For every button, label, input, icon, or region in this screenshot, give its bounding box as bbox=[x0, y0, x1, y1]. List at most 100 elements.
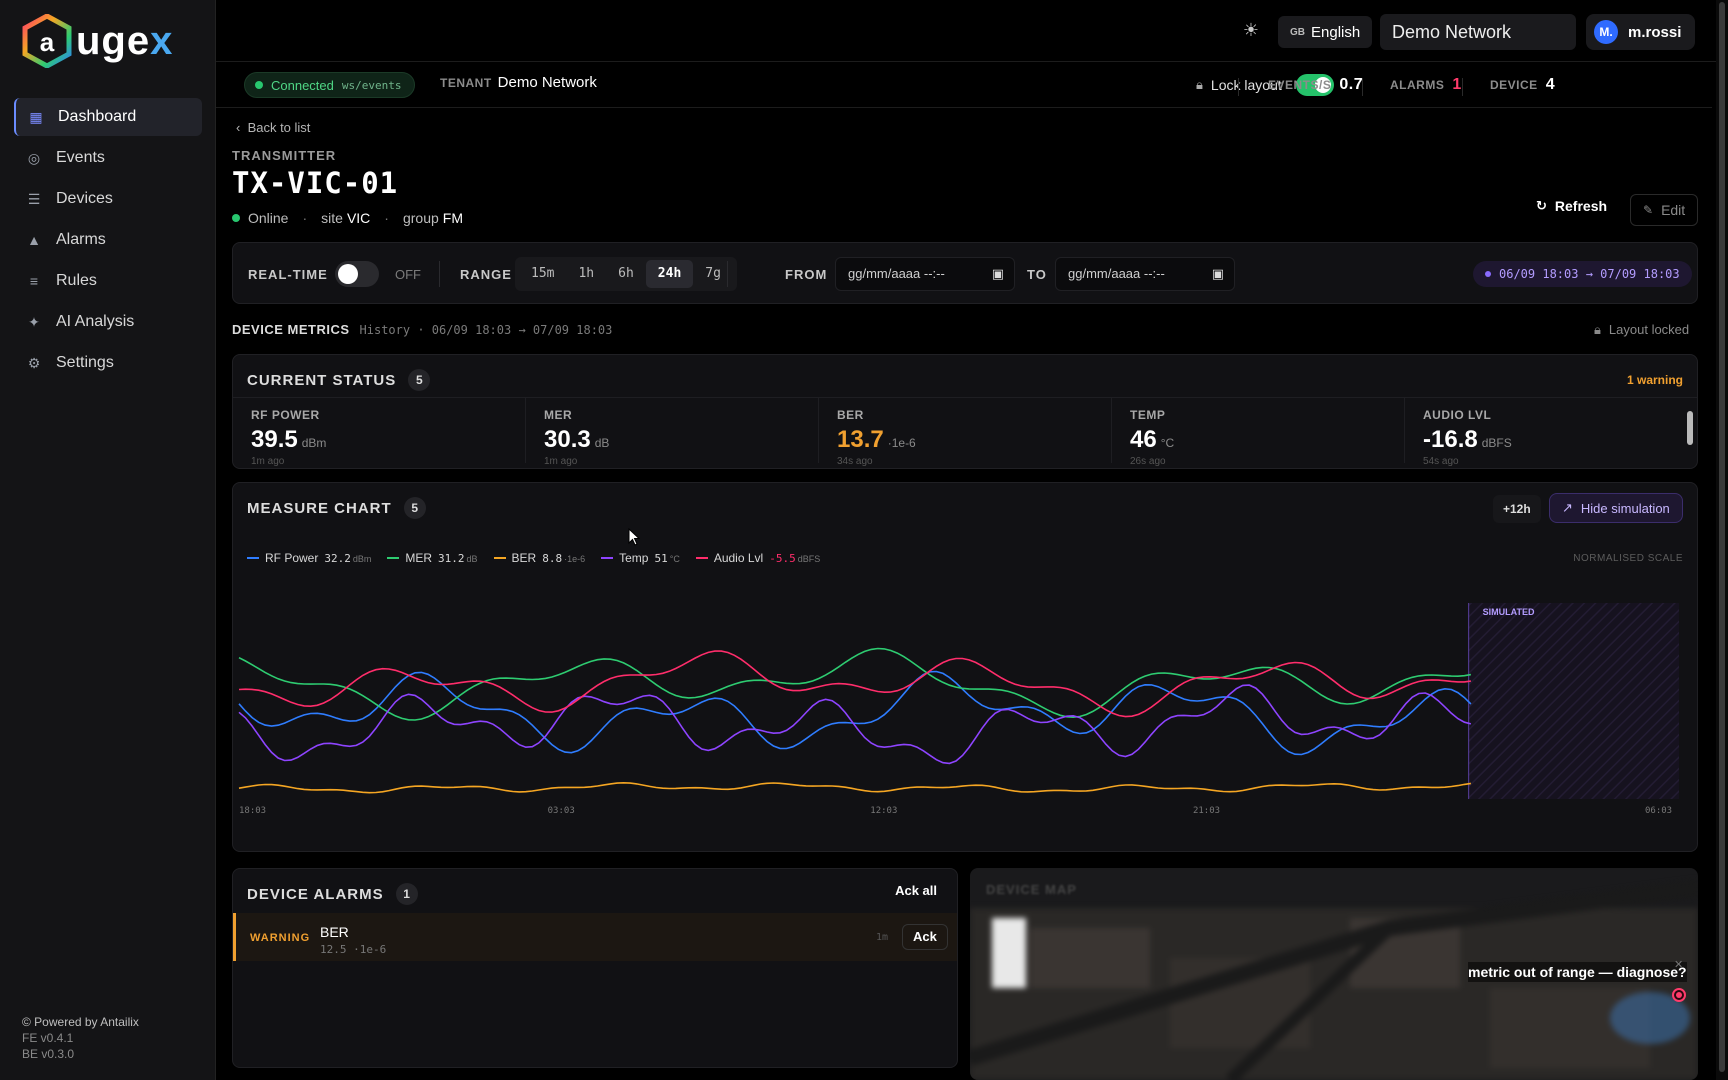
count-badge: 5 bbox=[408, 369, 431, 391]
device-metrics-title: DEVICE METRICS History · 06/09 18:03 → 07… bbox=[232, 322, 612, 337]
user-menu[interactable]: M. m.rossi bbox=[1586, 14, 1696, 50]
panel-title: CURRENT STATUS 5 bbox=[247, 369, 431, 391]
alarms-count[interactable]: ALARMS 1 bbox=[1390, 76, 1462, 94]
scrollbar-thumb[interactable] bbox=[1687, 411, 1693, 445]
sidebar-item-alarms[interactable]: ▲ Alarms bbox=[14, 221, 202, 259]
stat-value-row: -16.8 dBFS bbox=[1423, 426, 1679, 454]
powered-by: © Powered by Antailix bbox=[22, 1015, 139, 1029]
range-option-24h[interactable]: 24h bbox=[645, 260, 694, 288]
ack-all-button[interactable]: Ack all bbox=[895, 883, 937, 898]
stat-ber[interactable]: BER 13.7·1e-6 34s ago bbox=[819, 398, 1112, 467]
legend-unit: dB bbox=[466, 554, 478, 564]
status-grid: RF POWER 39.5 dBm 1m ago MER 30.3 dB 1m ago BE… bbox=[233, 397, 1697, 467]
legend-rf-power[interactable]: RF Power 32.2 dBm bbox=[247, 551, 371, 565]
stat-label: AUDIO LVL bbox=[1423, 408, 1492, 422]
range-option-1h[interactable]: 1h bbox=[566, 260, 606, 288]
legend-audio-lvl[interactable]: Audio Lvl -5.5 dBFS bbox=[695, 551, 821, 565]
sidebar-item-label: Settings bbox=[56, 354, 114, 371]
username: m.rossi bbox=[1628, 23, 1682, 41]
alarm-row[interactable]: WARNING BER 12.5 ·1e-6 1m Ack bbox=[233, 913, 957, 961]
from-date-input[interactable]: gg/mm/aaaa --:-- ▣ bbox=[835, 257, 1015, 291]
sidebar-item-rules[interactable]: ≡ Rules bbox=[14, 262, 202, 300]
to-placeholder: gg/mm/aaaa --:-- bbox=[1068, 266, 1165, 281]
site-value: VIC bbox=[346, 210, 371, 226]
plus-12h-button[interactable]: +12h bbox=[1493, 495, 1541, 523]
legend-unit: dBFS bbox=[797, 554, 821, 564]
legend-mer[interactable]: MER 31.2 dB bbox=[387, 551, 478, 565]
alarms-label: ALARMS bbox=[1390, 78, 1445, 92]
panel-title: MEASURE CHART 5 bbox=[247, 497, 426, 519]
stat-audio-lvl[interactable]: AUDIO LVL -16.8 dBFS 54s ago bbox=[1405, 398, 1697, 467]
stat-age: 26s ago bbox=[1130, 456, 1166, 467]
connection-endpoint: ws/events bbox=[341, 78, 402, 92]
network-selector[interactable]: Demo Network bbox=[1380, 14, 1576, 50]
hide-simulation-button[interactable]: ↗ Hide simulation bbox=[1549, 493, 1683, 523]
page-scrollbar[interactable] bbox=[1716, 0, 1728, 1080]
current-status-panel: CURRENT STATUS 5 1 warning RF POWER 39.5 dB… bbox=[232, 354, 1698, 469]
legend-temp[interactable]: Temp 51 °C bbox=[601, 551, 680, 565]
legend-swatch bbox=[601, 557, 614, 559]
stat-mer[interactable]: MER 30.3 dB 1m ago bbox=[526, 398, 819, 467]
dot-icon bbox=[1485, 271, 1491, 277]
avatar: M. bbox=[1594, 20, 1618, 44]
realtime-toggle[interactable] bbox=[335, 261, 379, 287]
edit-button[interactable]: ✎ Edit bbox=[1630, 194, 1699, 226]
stat-unit: dB bbox=[594, 436, 610, 450]
from-placeholder: gg/mm/aaaa --:-- bbox=[848, 266, 945, 281]
warning-count[interactable]: 1 warning bbox=[1627, 373, 1683, 387]
language-label: English bbox=[1311, 23, 1361, 41]
close-icon[interactable]: ✕ bbox=[1674, 958, 1683, 971]
sidebar-item-devices[interactable]: ☰ Devices bbox=[14, 180, 202, 218]
alert-marker-icon[interactable] bbox=[1672, 988, 1686, 1002]
alarm-metric: BER bbox=[320, 924, 349, 940]
series-line-ber bbox=[238, 781, 1472, 794]
divider bbox=[727, 261, 728, 287]
site-label: site bbox=[321, 210, 343, 226]
to-date-input[interactable]: gg/mm/aaaa --:-- ▣ bbox=[1055, 257, 1235, 291]
calendar-icon[interactable]: ▣ bbox=[1212, 258, 1224, 290]
back-to-list-link[interactable]: ‹ Back to list bbox=[236, 120, 310, 135]
stat-age: 1m ago bbox=[544, 456, 578, 467]
alarm-age: 1m bbox=[876, 932, 889, 943]
series-line-rf-power bbox=[238, 670, 1472, 756]
refresh-button[interactable]: ↻ Refresh bbox=[1536, 198, 1607, 214]
realtime-state: OFF bbox=[395, 267, 421, 282]
measure-chart-plot[interactable]: SIMULATED 18:03 03:03 12:03 21:03 06:03 bbox=[233, 573, 1698, 852]
stat-label: BER bbox=[837, 408, 864, 422]
calendar-icon[interactable]: ▣ bbox=[992, 258, 1004, 290]
svg-text:a: a bbox=[40, 27, 55, 57]
series-line-temp bbox=[238, 684, 1472, 765]
legend-unit: °C bbox=[669, 554, 680, 564]
theme-toggle-icon[interactable]: ☀ bbox=[1240, 20, 1262, 42]
sidebar-item-events[interactable]: ◎ Events bbox=[14, 139, 202, 177]
stat-value: 39.5 bbox=[251, 426, 298, 453]
stat-label: TEMP bbox=[1130, 408, 1166, 422]
legend-label: MER bbox=[405, 551, 433, 565]
legend-ber[interactable]: BER 8.8·1e-6 bbox=[493, 551, 585, 565]
range-label: RANGE bbox=[460, 267, 512, 282]
mouse-cursor-icon bbox=[628, 528, 640, 546]
divider bbox=[1462, 78, 1463, 96]
diagnose-tooltip[interactable]: metric out of range — diagnose? bbox=[1468, 962, 1687, 982]
range-window-badge: 06/09 18:03 → 07/09 18:03 bbox=[1473, 261, 1692, 287]
sidebar-item-dashboard[interactable]: ▦ Dashboard bbox=[14, 98, 202, 136]
sidebar-item-label: AI Analysis bbox=[56, 313, 135, 330]
range-option-6h[interactable]: 6h bbox=[606, 260, 646, 288]
status-scrollbar[interactable] bbox=[1687, 399, 1693, 459]
realtime-label: REAL-TIME bbox=[248, 267, 328, 282]
ack-button[interactable]: Ack bbox=[902, 924, 948, 950]
sidebar-item-ai-analysis[interactable]: ✦ AI Analysis bbox=[14, 303, 202, 341]
range-option-15m[interactable]: 15m bbox=[519, 260, 566, 288]
normalised-scale-label: NORMALISED SCALE bbox=[1573, 553, 1683, 564]
logo-hexagon-icon: a bbox=[22, 14, 72, 68]
scrollbar-thumb[interactable] bbox=[1719, 2, 1725, 1072]
logo[interactable]: a ugex bbox=[22, 12, 192, 70]
stat-temp[interactable]: TEMP 46 °C 26s ago bbox=[1112, 398, 1405, 467]
legend-label: RF Power bbox=[265, 551, 319, 565]
count-badge: 5 bbox=[403, 497, 426, 519]
stat-value-row: 39.5 dBm bbox=[251, 426, 507, 454]
lock-icon: 🔒︎ bbox=[1594, 322, 1601, 337]
language-selector[interactable]: GB English bbox=[1278, 16, 1373, 48]
stat-rf-power[interactable]: RF POWER 39.5 dBm 1m ago bbox=[233, 398, 526, 467]
sidebar-item-settings[interactable]: ⚙ Settings bbox=[14, 344, 202, 382]
